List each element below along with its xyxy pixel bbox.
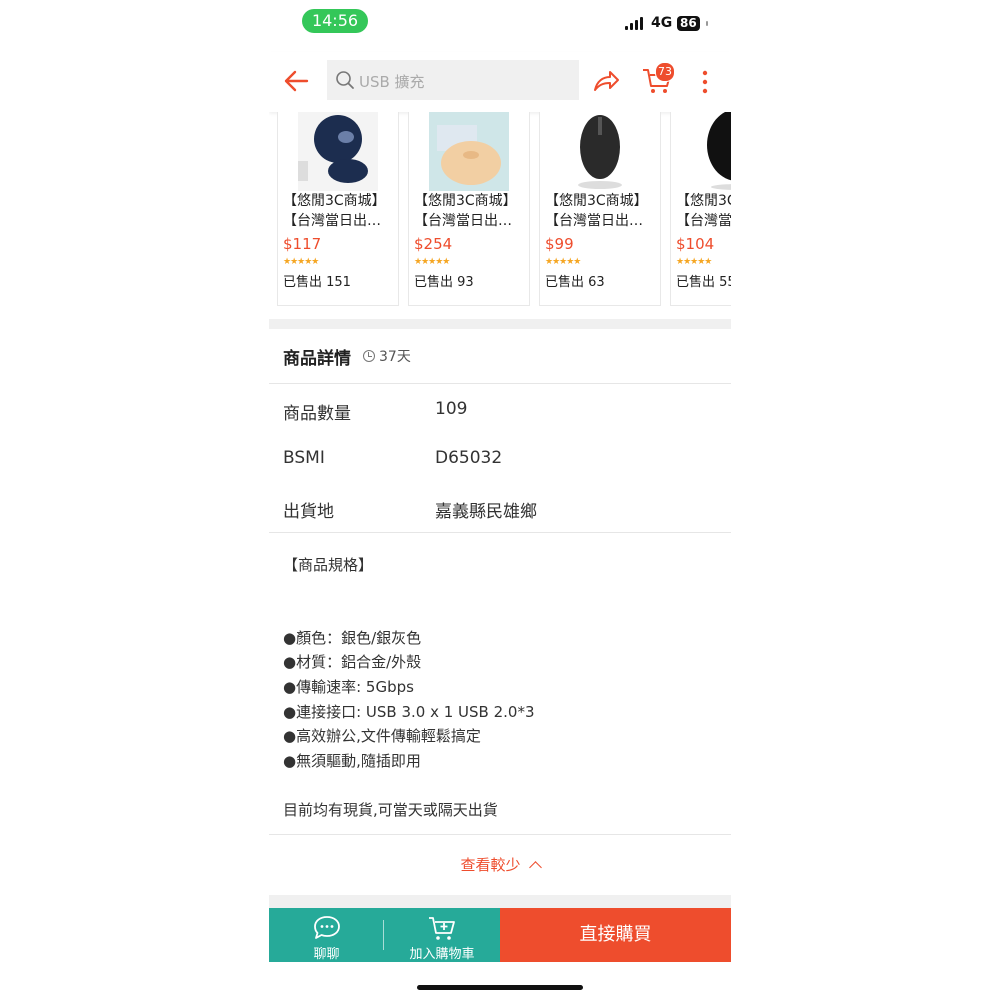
- product-card[interactable]: 【悠閒3C商城】 【台灣當日出… $254 ★★★★★ 已售出 93: [408, 112, 530, 306]
- add-to-cart-label: 加入購物車: [409, 947, 475, 962]
- product-price: $99: [545, 235, 574, 253]
- product-price: $117: [283, 235, 322, 253]
- spec-line: ●連接接口: USB 3.0 x 1 USB 2.0*3: [283, 703, 535, 721]
- stock-note: 目前均有現貨,可當天或隔天出貨: [283, 801, 498, 819]
- battery-icon: 86: [677, 16, 700, 31]
- search-icon: [336, 71, 354, 89]
- chat-bubble-icon: [314, 916, 340, 939]
- product-title-line1: 【悠閒3C商城】: [283, 193, 386, 209]
- product-image-mouse: [429, 112, 509, 191]
- buy-now-button[interactable]: 直接購買: [500, 908, 731, 962]
- more-options-icon[interactable]: [695, 68, 715, 96]
- rating-stars: ★★★★★: [414, 257, 450, 267]
- rating-stars: ★★★★★: [283, 257, 319, 267]
- spec-label-ship-from: 出貨地: [283, 502, 334, 522]
- spec-line: ●無須驅動,隨插即用: [283, 752, 421, 770]
- details-title: 商品詳情: [283, 349, 351, 369]
- search-placeholder: USB 擴充: [359, 73, 425, 91]
- sold-count: 已售出 151: [283, 275, 351, 290]
- spec-label-bsmi: BSMI: [283, 448, 325, 468]
- product-price: $254: [414, 235, 453, 253]
- back-arrow-icon[interactable]: [281, 66, 311, 96]
- product-image-mouse: [560, 112, 640, 191]
- divider: [269, 383, 731, 384]
- product-title-line1: 【悠閒3C商城】: [545, 193, 648, 209]
- chat-label: 聊聊: [313, 947, 340, 962]
- product-price: $104: [676, 235, 715, 253]
- section-separator: [269, 895, 731, 908]
- phone-screen: 14:56 4G 86 USB 擴充 73 【悠閒3C商城】 【台灣當日出… $…: [269, 0, 731, 1000]
- search-bar[interactable]: USB 擴充: [327, 60, 579, 100]
- product-title-line1: 【悠閒3C商城】: [414, 193, 517, 209]
- spec-header: 【商品規格】: [283, 556, 374, 574]
- see-less-label: 查看較少: [460, 856, 521, 874]
- bottom-action-bar: 聊聊 加入購物車 直接購買: [269, 908, 731, 962]
- chat-button[interactable]: 聊聊: [269, 908, 384, 962]
- chevron-up-icon: [528, 861, 542, 874]
- battery-tip: [706, 21, 708, 26]
- top-nav-bar: USB 擴充 73: [269, 52, 731, 112]
- spec-line: ●高效辦公,文件傳輸輕鬆搞定: [283, 727, 481, 745]
- home-indicator: [417, 985, 583, 990]
- status-time: 14:56: [302, 9, 368, 33]
- network-type: 4G: [651, 15, 673, 31]
- clock-icon: [363, 350, 375, 362]
- product-card[interactable]: 【悠閒3C商城】 【台灣當日出… $117 ★★★★★ 已售出 151: [277, 112, 399, 306]
- add-to-cart-button[interactable]: 加入購物車: [384, 908, 500, 962]
- product-title-line2: 【台灣當日出…: [545, 213, 643, 229]
- product-card[interactable]: 【悠閒3C商城】 【台灣當日出… $99 ★★★★★ 已售出 63: [539, 112, 661, 306]
- see-less-toggle[interactable]: 查看較少: [269, 854, 731, 875]
- divider: [269, 834, 731, 835]
- product-title-line2: 【台灣當日出…: [414, 213, 512, 229]
- spec-label-quantity: 商品數量: [283, 404, 351, 424]
- sold-count: 已售出 63: [545, 275, 605, 290]
- spec-line: ●材質：鋁合金/外殼: [283, 653, 422, 671]
- sold-count: 已售出 93: [414, 275, 474, 290]
- status-bar: 14:56 4G 86: [269, 0, 731, 44]
- spec-value-bsmi: D65032: [435, 448, 503, 468]
- spec-value-ship-from: 嘉義縣民雄鄉: [435, 502, 537, 522]
- rating-stars: ★★★★★: [676, 257, 712, 267]
- signal-icon: [625, 16, 645, 30]
- share-icon[interactable]: [591, 66, 621, 96]
- listing-age: 37天: [363, 346, 411, 366]
- spec-line: ●傳輸速率: 5Gbps: [283, 678, 414, 696]
- rating-stars: ★★★★★: [545, 257, 581, 267]
- add-cart-icon: [429, 917, 455, 940]
- listing-age-text: 37天: [379, 349, 411, 365]
- spec-line: ●顏色：銀色/銀灰色: [283, 629, 422, 647]
- divider: [269, 532, 731, 533]
- sold-count: 已售出 55: [676, 275, 731, 290]
- product-card[interactable]: 【悠閒3C商城】 【台灣當日出… $104 ★★★★★ 已售出 55: [670, 112, 731, 306]
- recommended-products: 【悠閒3C商城】 【台灣當日出… $117 ★★★★★ 已售出 151 【悠閒3…: [269, 112, 731, 306]
- cart-count-badge: 73: [655, 62, 675, 82]
- section-separator: [269, 319, 731, 329]
- product-image-mousepad: [298, 112, 378, 191]
- product-title-line1: 【悠閒3C商城】: [676, 193, 731, 209]
- spec-value-quantity: 109: [435, 399, 468, 419]
- product-title-line2: 【台灣當日出…: [283, 213, 381, 229]
- product-title-line2: 【台灣當日出…: [676, 213, 731, 229]
- product-image-mouse: [691, 112, 731, 191]
